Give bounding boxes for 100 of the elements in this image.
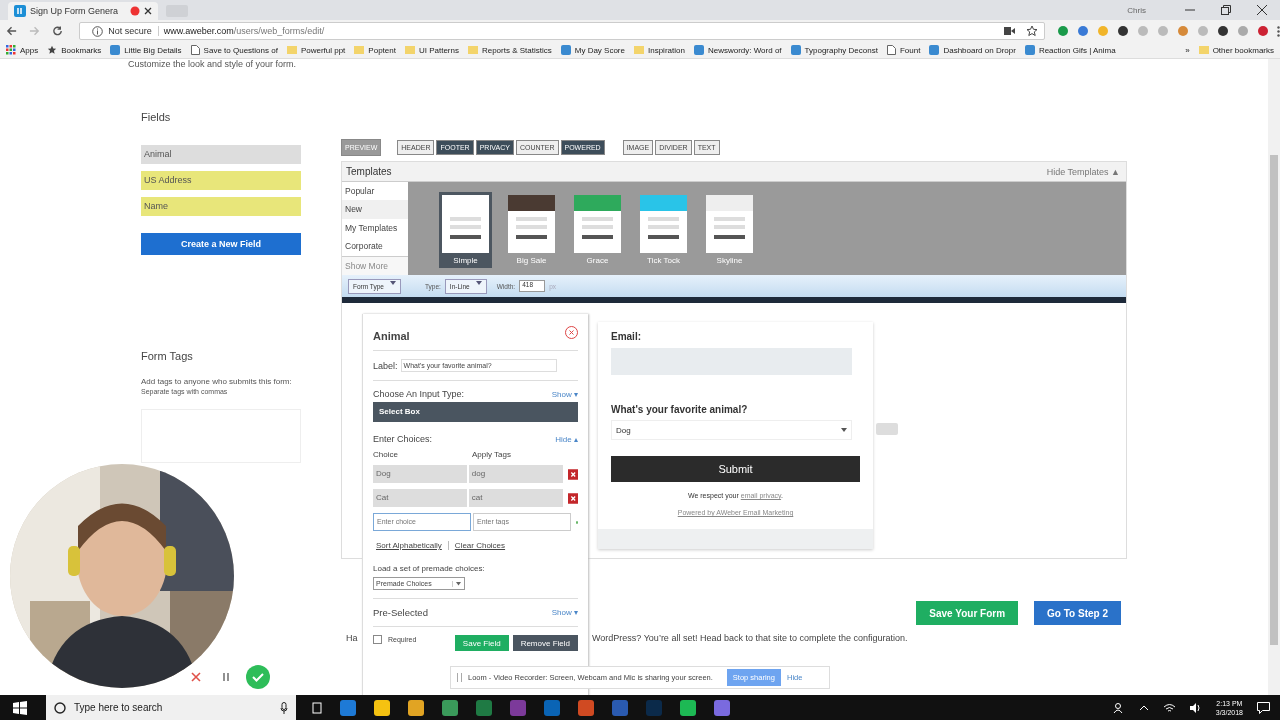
required-checkbox[interactable]: [373, 635, 382, 644]
search-icon: [54, 701, 66, 714]
bookmark[interactable]: Reaction Gifs | Anima: [1024, 45, 1116, 55]
hide-toggle[interactable]: Hide ▴: [555, 434, 578, 444]
app-icon[interactable]: [408, 699, 424, 716]
folder-icon: [354, 45, 365, 55]
volume-icon[interactable]: [1189, 702, 1202, 713]
site-icon: [1024, 45, 1035, 55]
folder-icon: [634, 45, 644, 55]
check-icon[interactable]: [246, 665, 270, 689]
bookmarks-overflow[interactable]: »: [1185, 45, 1190, 55]
bookmark[interactable]: Little Big Details: [110, 45, 182, 55]
page-subtitle: Customize the look and style of your form.: [128, 59, 298, 69]
bookmark[interactable]: Inspiration: [634, 45, 685, 55]
star-icon: [47, 45, 58, 55]
app-icon[interactable]: [442, 699, 458, 716]
show-toggle[interactable]: Show ▾: [551, 389, 578, 399]
template-name: Tick Tock: [647, 256, 680, 265]
wifi-icon[interactable]: [1162, 702, 1176, 713]
note-text: Ha: [346, 633, 358, 643]
close-icon[interactable]: [1257, 5, 1267, 15]
star-icon[interactable]: [1026, 25, 1038, 37]
clear-link[interactable]: Clear Choices: [454, 541, 506, 550]
folder-icon: [467, 45, 478, 55]
people-icon[interactable]: [1112, 701, 1125, 714]
bookmark[interactable]: Newswordy: Word of: [693, 45, 782, 55]
show-toggle[interactable]: Show ▾: [551, 608, 578, 617]
site-icon: [693, 45, 704, 55]
profile-name[interactable]: Chris: [1127, 5, 1146, 15]
sort-link[interactable]: Sort Alphabetically: [376, 541, 442, 550]
caret-icon: [841, 428, 847, 432]
category-item[interactable]: Corporate: [342, 237, 408, 256]
menu-icon[interactable]: [1277, 25, 1280, 37]
notification-icon[interactable]: [1257, 701, 1270, 714]
template-name: Simple: [453, 256, 478, 265]
category-item[interactable]: My Templates: [342, 218, 408, 238]
template-card[interactable]: Simple: [439, 192, 492, 268]
search-field[interactable]: Type here to search: [46, 695, 296, 720]
tags-field[interactable]: cat: [468, 489, 563, 507]
folder-icon: [404, 45, 415, 55]
camera-icon[interactable]: [1004, 27, 1015, 35]
security-label: Not secure: [108, 26, 159, 36]
field-item[interactable]: US Address: [141, 171, 301, 190]
bookmark[interactable]: Poptent: [354, 45, 396, 55]
section-label: Pre-Selected: [373, 607, 428, 618]
submit-button[interactable]: Submit: [611, 456, 860, 482]
field-item[interactable]: Animal: [141, 145, 301, 164]
extension-icon[interactable]: [1217, 25, 1229, 37]
scrollbar-thumb[interactable]: [1270, 155, 1278, 645]
bookmark[interactable]: Apps: [6, 45, 39, 55]
recording-icon: [130, 6, 140, 16]
show-more-link[interactable]: Show More: [342, 255, 408, 276]
extension-icon[interactable]: [1117, 25, 1129, 37]
input-type-select[interactable]: Select Box: [373, 402, 578, 422]
drag-handle[interactable]: [457, 673, 462, 682]
bookmark[interactable]: Bookmarks: [47, 45, 102, 55]
extension-icon[interactable]: [1257, 25, 1269, 37]
choice-field[interactable]: Cat: [373, 489, 467, 507]
site-icon: [929, 45, 940, 55]
delete-icon[interactable]: [567, 468, 578, 480]
bookmark[interactable]: Typography Deconst: [790, 45, 878, 55]
bookmark[interactable]: Dashboard on Dropr: [929, 45, 1016, 55]
bookmark[interactable]: UI Patterns: [404, 45, 459, 55]
template-name: Skyline: [716, 256, 743, 265]
tags-field[interactable]: dog: [468, 465, 563, 483]
tab-title: Sign Up Form Genera: [30, 6, 120, 16]
remove-field-button[interactable]: Remove Field: [512, 635, 578, 651]
app-icon[interactable]: [680, 699, 696, 716]
next-step-button[interactable]: Go To Step 2: [1034, 601, 1121, 625]
field-item[interactable]: Name: [141, 197, 301, 216]
resize-handle[interactable]: [876, 423, 898, 435]
template-preview-icon: [706, 195, 753, 253]
reload-icon[interactable]: [52, 25, 64, 37]
bookmark[interactable]: Fount: [886, 45, 921, 55]
bookmark[interactable]: Save to Questions of: [190, 45, 278, 55]
choice-field[interactable]: Dog: [373, 465, 467, 483]
bookmark[interactable]: Powerful ppt: [286, 45, 346, 55]
folder-icon: [286, 45, 297, 55]
category-item[interactable]: New: [342, 200, 408, 219]
hide-templates-link[interactable]: Hide Templates ▲: [1046, 166, 1120, 177]
task-view-icon[interactable]: [310, 701, 324, 714]
bookmark[interactable]: Reports & Statistics: [467, 45, 552, 55]
create-field-button[interactable]: Create a New Field: [141, 233, 301, 255]
address-bar[interactable]: Not secure www.aweber.com/users/web_forms/edit/: [79, 22, 1045, 40]
microphone-icon[interactable]: [280, 701, 288, 714]
chevron-up-icon[interactable]: [1138, 704, 1149, 711]
windows-icon[interactable]: [13, 700, 27, 715]
back-icon[interactable]: [6, 25, 18, 37]
bookmark[interactable]: My Day Score: [560, 45, 625, 55]
section-title: Form Tags: [141, 350, 194, 362]
bookmark[interactable]: Other bookmarks: [1198, 45, 1274, 55]
caret-icon: [389, 280, 396, 285]
restore-icon[interactable]: [1221, 5, 1231, 15]
app-icon[interactable]: [374, 699, 390, 716]
browser-tab[interactable]: Sign Up Form Genera: [8, 2, 158, 20]
delete-icon[interactable]: [567, 492, 578, 504]
close-icon[interactable]: [144, 7, 152, 15]
animal-select[interactable]: Dog: [611, 420, 852, 440]
category-item[interactable]: Popular: [342, 182, 408, 201]
template-preview-icon: [508, 195, 555, 253]
